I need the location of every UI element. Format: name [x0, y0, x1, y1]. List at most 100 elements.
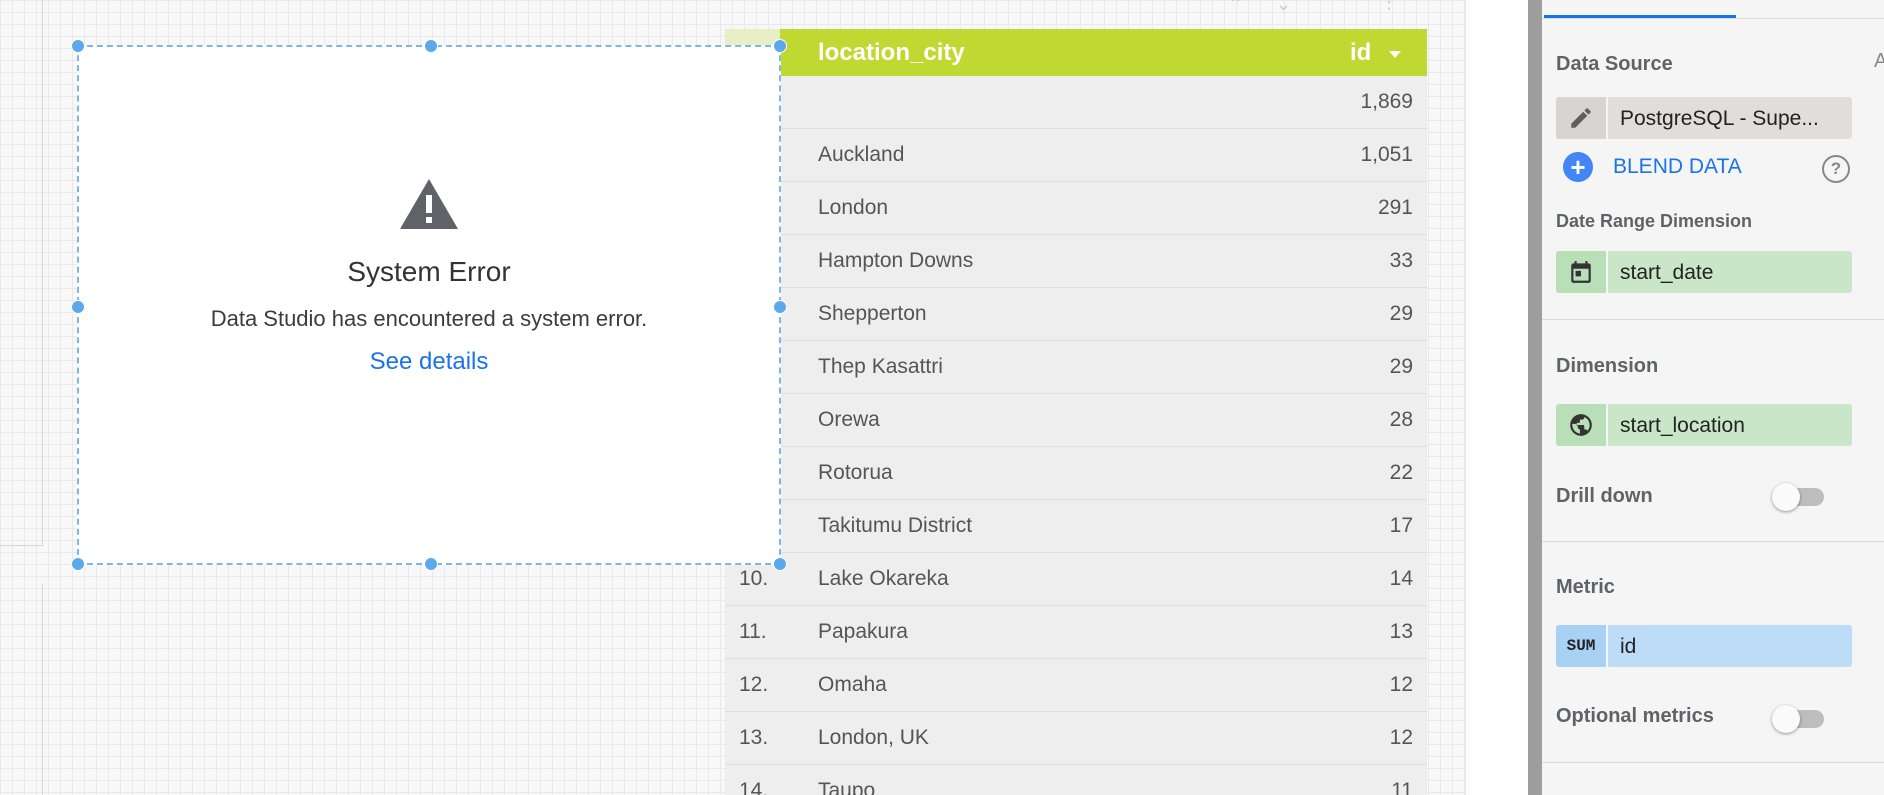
- id-cell: 22: [1389, 461, 1413, 484]
- plus-icon: +: [1563, 152, 1593, 182]
- table-row[interactable]: 9.Takitumu District17: [725, 500, 1427, 553]
- city-cell: London, UK: [818, 726, 929, 749]
- city-cell: Orewa: [818, 408, 880, 431]
- error-chart[interactable]: System Error Data Studio has encountered…: [71, 39, 787, 571]
- table-body: 1.1,8692.Auckland1,0513.London2914.Hampt…: [725, 76, 1427, 795]
- table-header: location_city id: [725, 29, 1427, 76]
- city-cell: Papakura: [818, 620, 908, 643]
- toolbar-fragment: ⌄: [1276, 0, 1292, 14]
- drill-down-label: Drill down: [1556, 485, 1653, 507]
- id-cell: 11: [1391, 779, 1413, 795]
- date-range-field: start_date: [1620, 261, 1714, 284]
- page-edge: [0, 583, 43, 795]
- table-row[interactable]: 14. Taupo 11: [725, 765, 1427, 795]
- toggle-knob: [1772, 705, 1800, 733]
- table-row[interactable]: 10. Lake Okareka 14: [725, 553, 1427, 606]
- city-cell: Auckland: [818, 143, 905, 166]
- resize-handle[interactable]: [424, 557, 438, 571]
- report-canvas[interactable]: ⌃ ⌄ ⋮ location_city id 1.1,8692.Auckland…: [0, 0, 1465, 795]
- id-cell: 29: [1389, 302, 1413, 325]
- see-details-link[interactable]: See details: [79, 348, 779, 376]
- panel-tabs: [1542, 0, 1884, 19]
- page-edge: [0, 0, 43, 546]
- row-index: 14.: [739, 779, 769, 795]
- error-title: System Error: [347, 256, 511, 287]
- toolbar-fragment: ⋮: [1380, 0, 1398, 12]
- id-cell: 14: [1389, 567, 1413, 590]
- data-source-chip[interactable]: PostgreSQL - Supe...: [1556, 97, 1852, 139]
- pencil-icon[interactable]: [1556, 97, 1608, 139]
- id-cell: 12: [1389, 673, 1413, 696]
- id-cell: 1,869: [1360, 90, 1413, 113]
- table-row[interactable]: 1.1,869: [725, 76, 1427, 129]
- date-range-label: Date Range Dimension: [1556, 211, 1753, 231]
- row-index: 10.: [739, 567, 769, 590]
- city-cell: Takitumu District: [818, 514, 973, 537]
- toolbar-fragment: ⌃: [1228, 0, 1244, 14]
- table-row[interactable]: 3.London291: [725, 182, 1427, 235]
- data-source-name: PostgreSQL - Supe...: [1620, 107, 1819, 130]
- table-row[interactable]: 2.Auckland1,051: [725, 129, 1427, 182]
- table-chart[interactable]: location_city id 1.1,8692.Auckland1,0513…: [725, 29, 1427, 795]
- metric-field: id: [1620, 635, 1637, 658]
- id-cell: 28: [1389, 408, 1413, 431]
- metric-chip[interactable]: SUM id: [1556, 625, 1852, 667]
- city-cell: Lake Okareka: [818, 567, 949, 590]
- row-index: 13.: [739, 726, 769, 749]
- id-cell: 13: [1389, 620, 1413, 643]
- resize-handle[interactable]: [71, 39, 85, 53]
- properties-panel: A Data Source PostgreSQL - Supe... + BLE…: [1542, 0, 1884, 795]
- row-index: 12.: [739, 673, 769, 696]
- table-row[interactable]: 11. Papakura 13: [725, 606, 1427, 659]
- data-source-label: Data Source: [1556, 53, 1673, 75]
- id-cell: 33: [1389, 249, 1413, 272]
- id-cell: 12: [1389, 726, 1413, 749]
- sort-desc-icon[interactable]: [1388, 49, 1402, 59]
- city-cell: Rotorua: [818, 461, 893, 484]
- date-range-chip[interactable]: start_date: [1556, 251, 1852, 293]
- city-cell: Shepperton: [818, 302, 927, 325]
- row-index: 11.: [739, 620, 767, 643]
- metric-header-label: id: [1350, 39, 1372, 66]
- city-cell: Thep Kasattri: [818, 355, 943, 378]
- warning-icon: [400, 179, 458, 229]
- tab-data-indicator[interactable]: [1544, 15, 1736, 18]
- id-cell: 1,051: [1360, 143, 1413, 166]
- table-row[interactable]: 8.Rotorua22: [725, 447, 1427, 500]
- dimension-column-header[interactable]: location_city: [818, 39, 965, 67]
- divider: [1542, 319, 1884, 320]
- calendar-icon: [1556, 251, 1608, 293]
- table-row[interactable]: 7.Orewa28: [725, 394, 1427, 447]
- city-cell: London: [818, 196, 889, 219]
- help-icon[interactable]: ?: [1822, 155, 1850, 183]
- panel-resizer[interactable]: [1528, 0, 1542, 795]
- table-row[interactable]: 6.Thep Kasattri29: [725, 341, 1427, 394]
- aggregation-type[interactable]: SUM: [1556, 625, 1608, 667]
- side-panel-letter: A: [1874, 50, 1884, 72]
- metric-column-header[interactable]: id: [1350, 39, 1402, 67]
- error-message: Data Studio has encountered a system err…: [210, 306, 648, 331]
- city-cell: Taupo: [818, 779, 876, 795]
- drill-down-toggle[interactable]: [1772, 483, 1824, 511]
- resize-handle[interactable]: [71, 557, 85, 571]
- dimension-label: Dimension: [1556, 355, 1659, 377]
- table-row[interactable]: 5.Shepperton29: [725, 288, 1427, 341]
- optional-metrics-label: Optional metrics: [1556, 705, 1714, 727]
- city-cell: Hampton Downs: [818, 249, 974, 272]
- metric-label: Metric: [1556, 576, 1615, 598]
- globe-icon: [1556, 404, 1608, 446]
- city-cell: Omaha: [818, 673, 887, 696]
- table-row[interactable]: 4.Hampton Downs33: [725, 235, 1427, 288]
- resize-handle[interactable]: [424, 39, 438, 53]
- toggle-knob: [1772, 483, 1800, 511]
- divider: [1542, 762, 1884, 763]
- resize-handle[interactable]: [773, 557, 787, 571]
- optional-metrics-toggle[interactable]: [1772, 705, 1824, 733]
- dimension-chip[interactable]: start_location: [1556, 404, 1852, 446]
- table-row[interactable]: 13. London, UK 12: [725, 712, 1427, 765]
- id-cell: 29: [1389, 355, 1413, 378]
- blend-data-label: BLEND DATA: [1613, 155, 1742, 178]
- blend-data-button[interactable]: + BLEND DATA: [1563, 152, 1742, 182]
- resize-handle[interactable]: [773, 39, 787, 53]
- table-row[interactable]: 12. Omaha 12: [725, 659, 1427, 712]
